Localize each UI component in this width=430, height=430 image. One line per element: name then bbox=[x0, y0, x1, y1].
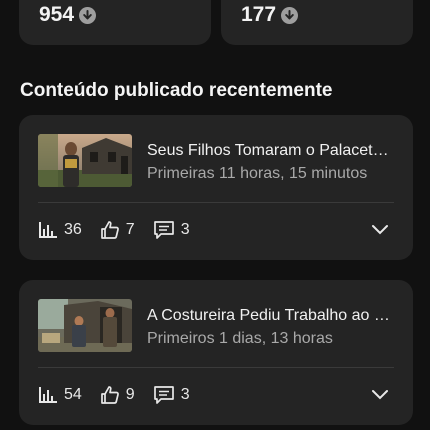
stat-card-views[interactable]: 954 bbox=[19, 0, 211, 45]
video-metrics: 36 7 3 bbox=[38, 220, 208, 240]
stat-card-subscribers[interactable]: 177 bbox=[221, 0, 413, 45]
video-title[interactable]: A Costureira Pediu Trabalho ao Fazendeir… bbox=[147, 307, 397, 325]
video-thumbnail[interactable] bbox=[38, 134, 132, 187]
thumbs-up-icon bbox=[100, 385, 120, 405]
thumbs-up-icon bbox=[100, 220, 120, 240]
stat-number: 177 bbox=[241, 3, 277, 26]
views-metric: 36 bbox=[38, 221, 82, 239]
bar-chart-icon bbox=[38, 386, 58, 404]
stat-value: 954 bbox=[39, 3, 97, 27]
likes-count: 9 bbox=[125, 386, 135, 403]
chevron-down-icon[interactable] bbox=[371, 223, 389, 241]
comments-count: 3 bbox=[180, 221, 190, 238]
video-card[interactable]: A Costureira Pediu Trabalho ao Fazendeir… bbox=[19, 280, 413, 425]
comment-icon bbox=[153, 220, 175, 240]
views-count: 54 bbox=[64, 386, 82, 403]
stat-number: 954 bbox=[39, 3, 75, 26]
likes-metric: 9 bbox=[100, 385, 135, 405]
video-metrics: 54 9 3 bbox=[38, 385, 208, 405]
comments-metric: 3 bbox=[153, 220, 190, 240]
divider bbox=[38, 367, 394, 368]
comments-metric: 3 bbox=[153, 385, 190, 405]
video-age: Primeiros 1 dias, 13 horas bbox=[147, 330, 333, 347]
divider bbox=[38, 202, 394, 203]
video-thumbnail[interactable] bbox=[38, 299, 132, 352]
comment-icon bbox=[153, 385, 175, 405]
likes-count: 7 bbox=[125, 221, 135, 238]
stat-value: 177 bbox=[241, 3, 299, 27]
video-age: Primeiras 11 horas, 15 minutos bbox=[147, 165, 368, 182]
views-count: 36 bbox=[64, 221, 82, 238]
arrow-down-circle-icon bbox=[79, 6, 97, 24]
video-card[interactable]: Seus Filhos Tomaram o Palacete da Viúva … bbox=[19, 115, 413, 260]
video-title[interactable]: Seus Filhos Tomaram o Palacete da Viúva bbox=[147, 142, 397, 160]
section-title: Conteúdo publicado recentemente bbox=[20, 80, 333, 101]
arrow-down-circle-icon bbox=[281, 6, 299, 24]
bar-chart-icon bbox=[38, 221, 58, 239]
likes-metric: 7 bbox=[100, 220, 135, 240]
comments-count: 3 bbox=[180, 386, 190, 403]
views-metric: 54 bbox=[38, 386, 82, 404]
chevron-down-icon[interactable] bbox=[371, 388, 389, 406]
